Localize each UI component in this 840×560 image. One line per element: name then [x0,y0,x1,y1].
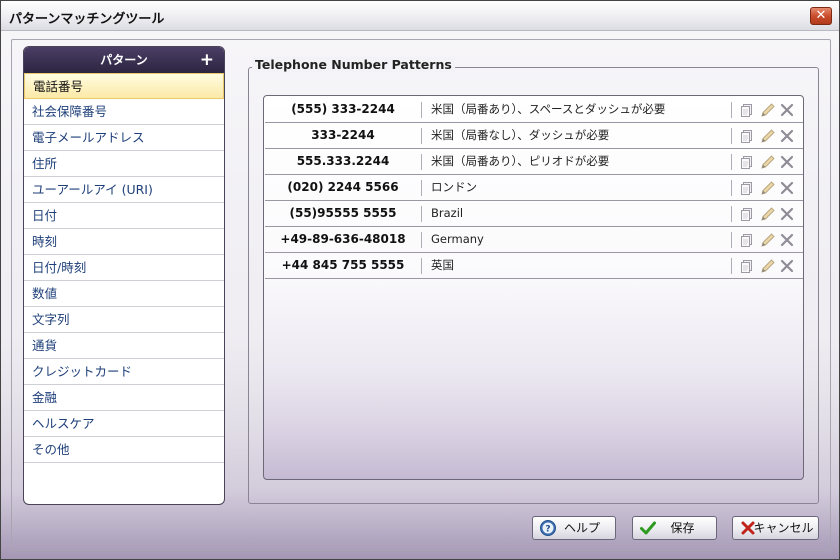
category-item-address[interactable]: 住所 [24,151,224,177]
help-button-label: ヘルプ [563,521,600,535]
pattern-row[interactable]: 555.333.2244 米国（局番あり）、ピリオドが必要 [265,149,803,175]
copy-icon[interactable] [739,102,755,118]
column-divider [421,154,422,170]
save-button[interactable]: 保存 [632,516,717,540]
edit-pencil-icon[interactable] [760,258,776,274]
pattern-group-title: Telephone Number Patterns [252,57,455,72]
window-title: パターンマッチングツール [9,12,165,27]
pattern-description: 米国（局番あり）、ピリオドが必要 [431,154,610,168]
column-divider [421,258,422,274]
column-divider [731,258,732,274]
edit-pencil-icon[interactable] [760,154,776,170]
edit-pencil-icon[interactable] [760,180,776,196]
pattern-row[interactable]: 333-2244 米国（局番なし）、ダッシュが必要 [265,123,803,149]
delete-x-icon[interactable] [779,206,795,222]
copy-icon[interactable] [739,258,755,274]
category-panel: パターン + 電話番号 社会保障番号 電子メールアドレス 住所 ユーアールアイ … [23,46,225,505]
pattern-number: +49-89-636-48018 [280,232,406,246]
copy-icon[interactable] [739,128,755,144]
delete-x-icon[interactable] [779,232,795,248]
column-divider [731,206,732,222]
column-divider [421,180,422,196]
category-list: 電話番号 社会保障番号 電子メールアドレス 住所 ユーアールアイ (URI) 日… [24,73,224,463]
column-divider [731,232,732,248]
delete-x-icon[interactable] [779,128,795,144]
column-divider [731,180,732,196]
add-icon[interactable]: + [200,47,214,73]
pattern-number: (555) 333-2244 [291,102,395,116]
category-item-date[interactable]: 日付 [24,203,224,229]
edit-pencil-icon[interactable] [760,232,776,248]
pattern-description: Germany [431,232,484,246]
help-button[interactable]: ? ヘルプ [532,516,616,540]
category-item-ssn[interactable]: 社会保障番号 [24,99,224,125]
copy-icon[interactable] [739,180,755,196]
copy-icon[interactable] [739,206,755,222]
pattern-description: 米国（局番あり）、スペースとダッシュが必要 [431,102,666,116]
pattern-number: 333-2244 [311,128,375,142]
title-bar: パターンマッチングツール ✕ [1,1,839,31]
pattern-number: 555.333.2244 [296,154,390,168]
column-divider [421,102,422,118]
edit-pencil-icon[interactable] [760,128,776,144]
save-button-label: 保存 [670,521,695,535]
category-item-credit-card[interactable]: クレジットカード [24,359,224,385]
copy-icon[interactable] [739,232,755,248]
column-divider [421,232,422,248]
category-item-datetime[interactable]: 日付/時刻 [24,255,224,281]
category-item-time[interactable]: 時刻 [24,229,224,255]
pattern-description: ロンドン [431,180,477,194]
cancel-button[interactable]: キャンセル [732,516,819,540]
column-divider [731,154,732,170]
category-item-healthcare[interactable]: ヘルスケア [24,411,224,437]
category-panel-header: パターン + [24,47,224,73]
pattern-description: 英国 [431,258,454,272]
pattern-number: (020) 2244 5566 [287,180,399,194]
category-item-currency[interactable]: 通貨 [24,333,224,359]
delete-x-icon[interactable] [779,180,795,196]
edit-pencil-icon[interactable] [760,206,776,222]
cancel-button-label: キャンセル [753,521,814,535]
category-item-finance[interactable]: 金融 [24,385,224,411]
delete-x-icon[interactable] [779,102,795,118]
pattern-list: (555) 333-2244 米国（局番あり）、スペースとダッシュが必要 333… [263,95,804,480]
delete-x-icon[interactable] [779,258,795,274]
edit-pencil-icon[interactable] [760,102,776,118]
pattern-row[interactable]: (555) 333-2244 米国（局番あり）、スペースとダッシュが必要 [265,97,803,123]
pattern-row[interactable]: +44 845 755 5555 英国 [265,253,803,279]
category-panel-title: パターン [100,53,148,67]
column-divider [731,102,732,118]
pattern-description: 米国（局番なし）、ダッシュが必要 [431,128,610,142]
pattern-row[interactable]: +49-89-636-48018 Germany [265,227,803,253]
pattern-row[interactable]: (020) 2244 5566 ロンドン [265,175,803,201]
category-item-other[interactable]: その他 [24,437,224,463]
category-item-number[interactable]: 数値 [24,281,224,307]
pattern-description: Brazil [431,206,464,220]
close-button[interactable]: ✕ [810,7,832,25]
category-item-phone[interactable]: 電話番号 [24,73,224,99]
pattern-number: (55)95555 5555 [289,206,397,220]
category-item-string[interactable]: 文字列 [24,307,224,333]
delete-x-icon[interactable] [779,154,795,170]
column-divider [421,206,422,222]
copy-icon[interactable] [739,154,755,170]
column-divider [731,128,732,144]
column-divider [421,128,422,144]
pattern-number: +44 845 755 5555 [281,258,405,272]
category-item-email[interactable]: 電子メールアドレス [24,125,224,151]
category-item-uri[interactable]: ユーアールアイ (URI) [24,177,224,203]
pattern-row[interactable]: (55)95555 5555 Brazil [265,201,803,227]
pattern-matching-dialog: パターンマッチングツール ✕ パターン + 電話番号 社会保障番号 電子メールア… [0,0,840,560]
